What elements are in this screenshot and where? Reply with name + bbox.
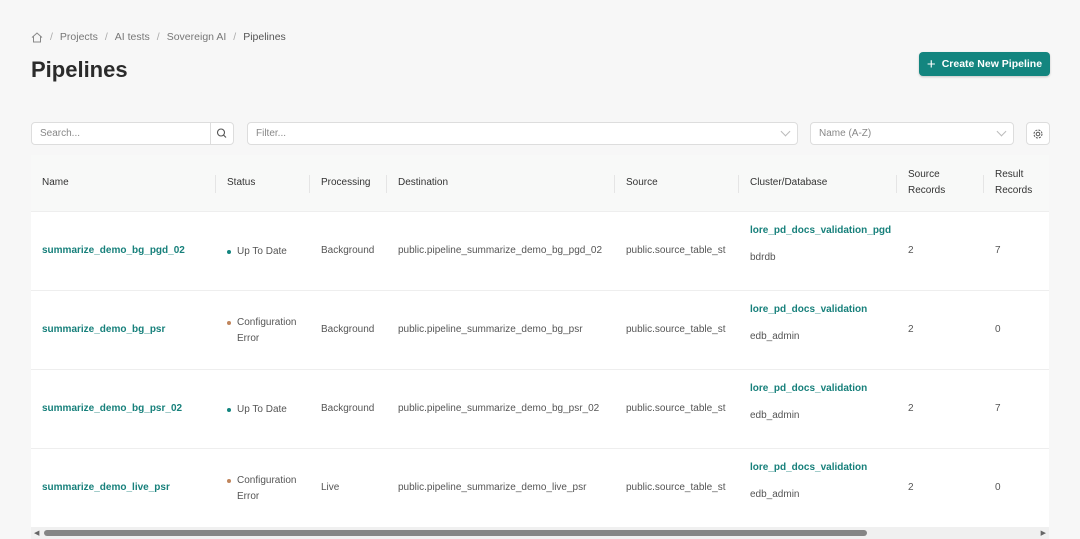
sort-value: Name (A-Z) <box>819 128 872 139</box>
source-records-cell: 2 <box>908 403 914 414</box>
status-badge: Up To Date <box>227 244 312 260</box>
status-badge: Up To Date <box>227 402 312 418</box>
gear-icon <box>1033 129 1043 138</box>
cluster-link[interactable]: lore_pd_docs_validation <box>750 302 867 318</box>
source-cell: public.source_table_st <box>626 324 726 335</box>
breadcrumb-sovereign-ai[interactable]: Sovereign AI <box>167 31 227 43</box>
breadcrumb-ai-tests[interactable]: AI tests <box>115 31 150 43</box>
column-header-processing[interactable]: Processing <box>321 175 370 191</box>
cluster-link[interactable]: lore_pd_docs_validation <box>750 381 867 397</box>
status-text: Configuration Error <box>237 317 297 344</box>
status-badge: Configuration Error <box>227 473 312 505</box>
result-records-cell: 7 <box>995 403 1001 414</box>
home-icon[interactable] <box>31 31 43 43</box>
create-pipeline-label: Create New Pipeline <box>941 58 1043 70</box>
breadcrumb-projects[interactable]: Projects <box>60 31 98 43</box>
status-dot-icon <box>227 321 231 325</box>
destination-cell: public.pipeline_summarize_demo_live_psr <box>398 482 587 493</box>
database-cell: edb_admin <box>750 410 800 421</box>
table-row[interactable]: summarize_demo_bg_psr Configuration Erro… <box>31 291 1049 370</box>
column-divider[interactable] <box>215 175 216 193</box>
pipeline-name-link[interactable]: summarize_demo_bg_psr <box>42 322 165 338</box>
database-cell: bdrdb <box>750 252 776 263</box>
database-cell: edb_admin <box>750 331 800 342</box>
processing-cell: Background <box>321 324 375 335</box>
breadcrumb-current: Pipelines <box>243 31 286 43</box>
pipeline-name-link[interactable]: summarize_demo_bg_psr_02 <box>42 401 182 417</box>
source-records-cell: 2 <box>908 482 914 493</box>
scrollbar-thumb[interactable] <box>44 530 867 536</box>
horizontal-scrollbar[interactable]: ◀ ▶ <box>31 527 1049 539</box>
status-dot-icon <box>227 479 231 483</box>
filter-dropdown[interactable]: Filter... <box>247 122 798 145</box>
table-header: Name Status Processing Destination Sourc… <box>31 155 1049 212</box>
breadcrumb: / Projects / AI tests / Sovereign AI / P… <box>31 31 286 43</box>
search-icon <box>216 128 227 138</box>
column-header-destination[interactable]: Destination <box>398 175 448 191</box>
column-divider[interactable] <box>614 175 615 193</box>
table-settings-button[interactable] <box>1026 122 1050 145</box>
sort-dropdown[interactable]: Name (A-Z) <box>810 122 1014 145</box>
result-records-cell: 0 <box>995 482 1001 493</box>
table-row[interactable]: summarize_demo_live_psr Configuration Er… <box>31 449 1049 527</box>
column-header-status[interactable]: Status <box>227 175 255 191</box>
processing-cell: Background <box>321 245 375 256</box>
create-pipeline-button[interactable]: + Create New Pipeline <box>919 52 1050 76</box>
filter-placeholder: Filter... <box>256 128 287 139</box>
processing-cell: Background <box>321 403 375 414</box>
cluster-link[interactable]: lore_pd_docs_validation_pgd <box>750 223 891 239</box>
cluster-link[interactable]: lore_pd_docs_validation <box>750 460 867 476</box>
breadcrumb-separator: / <box>233 31 237 43</box>
column-header-name[interactable]: Name <box>42 175 69 191</box>
chevron-down-icon <box>996 126 1007 137</box>
status-dot-icon <box>227 408 231 412</box>
pipeline-name-link[interactable]: summarize_demo_bg_pgd_02 <box>42 243 185 259</box>
breadcrumb-separator: / <box>156 31 160 43</box>
column-divider[interactable] <box>983 175 984 193</box>
status-dot-icon <box>227 250 231 254</box>
source-cell: public.source_table_st <box>626 482 726 493</box>
column-divider[interactable] <box>738 175 739 193</box>
chevron-down-icon <box>780 126 791 137</box>
column-header-source[interactable]: Source <box>626 175 658 191</box>
source-records-cell: 2 <box>908 245 914 256</box>
source-cell: public.source_table_st <box>626 403 726 414</box>
processing-cell: Live <box>321 482 340 493</box>
status-text: Configuration Error <box>237 475 297 502</box>
database-cell: edb_admin <box>750 489 800 500</box>
column-header-result-records[interactable]: Result Records <box>995 167 1040 199</box>
scroll-right-icon[interactable]: ▶ <box>1041 529 1046 537</box>
status-badge: Configuration Error <box>227 315 312 347</box>
breadcrumb-separator: / <box>50 31 53 43</box>
result-records-cell: 0 <box>995 324 1001 335</box>
table-row[interactable]: summarize_demo_bg_pgd_02 Up To Date Back… <box>31 212 1049 291</box>
column-divider[interactable] <box>309 175 310 193</box>
destination-cell: public.pipeline_summarize_demo_bg_pgd_02 <box>398 245 603 256</box>
search-input[interactable]: Search... <box>31 122 211 145</box>
pipeline-name-link[interactable]: summarize_demo_live_psr <box>42 480 170 496</box>
status-text: Up To Date <box>237 404 287 415</box>
search-button[interactable] <box>210 122 234 145</box>
column-header-source-records[interactable]: Source Records <box>908 167 958 199</box>
destination-cell: public.pipeline_summarize_demo_bg_psr_02 <box>398 403 600 414</box>
column-divider[interactable] <box>386 175 387 193</box>
source-cell: public.source_table_st <box>626 245 726 256</box>
table-row[interactable]: summarize_demo_bg_psr_02 Up To Date Back… <box>31 370 1049 449</box>
page-title: Pipelines <box>31 57 128 82</box>
pipelines-table: Name Status Processing Destination Sourc… <box>31 155 1049 527</box>
destination-cell: public.pipeline_summarize_demo_bg_psr <box>398 324 583 335</box>
result-records-cell: 7 <box>995 245 1001 256</box>
breadcrumb-separator: / <box>104 31 108 43</box>
column-divider[interactable] <box>896 175 897 193</box>
scroll-left-icon[interactable]: ◀ <box>34 529 39 537</box>
source-records-cell: 2 <box>908 324 914 335</box>
plus-icon: + <box>926 55 936 73</box>
status-text: Up To Date <box>237 246 287 257</box>
column-header-cluster[interactable]: Cluster/Database <box>750 175 827 191</box>
